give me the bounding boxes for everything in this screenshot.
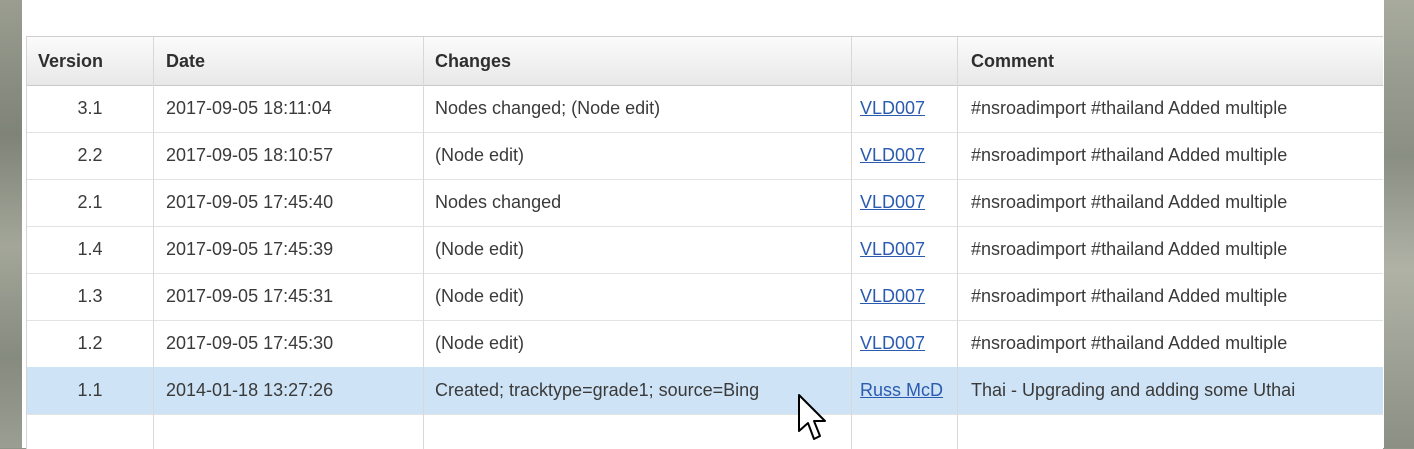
table-row[interactable]: 1.2 2017-09-05 17:45:30 (Node edit) VLD0… <box>27 320 1383 368</box>
cell-changes: (Node edit) <box>424 273 852 320</box>
user-link[interactable]: VLD007 <box>860 239 925 260</box>
table-row[interactable]: 1.3 2017-09-05 17:45:31 (Node edit) VLD0… <box>27 273 1383 321</box>
column-header-date[interactable]: Date <box>154 37 424 85</box>
cell-changes: Created; tracktype=grade1; source=Bing <box>424 367 852 414</box>
cell-date: 2017-09-05 17:45:39 <box>154 226 424 273</box>
empty-cell <box>154 414 424 449</box>
cell-date: 2017-09-05 18:11:04 <box>154 85 424 132</box>
empty-row <box>27 414 1383 449</box>
table-row[interactable]: 3.1 2017-09-05 18:11:04 Nodes changed; (… <box>27 85 1383 133</box>
cell-comment: #nsroadimport #thailand Added multiple <box>971 239 1288 259</box>
cell-version: 2.1 <box>27 179 154 226</box>
cell-changes: (Node edit) <box>424 132 852 179</box>
cell-comment: #nsroadimport #thailand Added multiple <box>971 145 1288 165</box>
cell-user: VLD007 <box>852 85 958 132</box>
user-link[interactable]: VLD007 <box>860 286 925 307</box>
column-header-changes[interactable]: Changes <box>424 37 852 85</box>
empty-cell <box>852 414 958 449</box>
mouse-cursor-icon <box>798 394 826 440</box>
cell-date: 2017-09-05 17:45:30 <box>154 320 424 367</box>
table-row-selected[interactable]: 1.1 2014-01-18 13:27:26 Created; trackty… <box>27 367 1383 415</box>
cell-changes: Nodes changed <box>424 179 852 226</box>
table-row[interactable]: 2.1 2017-09-05 17:45:40 Nodes changed VL… <box>27 179 1383 227</box>
cell-user: VLD007 <box>852 132 958 179</box>
cell-changes: (Node edit) <box>424 226 852 273</box>
user-link[interactable]: VLD007 <box>860 145 925 166</box>
table-header-row: Version Date Changes Comment <box>27 37 1383 86</box>
cell-date: 2014-01-18 13:27:26 <box>154 367 424 414</box>
column-header-comment[interactable]: Comment <box>958 37 1383 85</box>
cell-user: VLD007 <box>852 226 958 273</box>
user-link[interactable]: VLD007 <box>860 333 925 354</box>
user-link[interactable]: VLD007 <box>860 98 925 119</box>
cell-version: 1.2 <box>27 320 154 367</box>
cell-version: 2.2 <box>27 132 154 179</box>
cell-changes: (Node edit) <box>424 320 852 367</box>
cell-comment: #nsroadimport #thailand Added multiple <box>971 192 1288 212</box>
cell-user: VLD007 <box>852 320 958 367</box>
cell-version: 1.4 <box>27 226 154 273</box>
column-header-version[interactable]: Version <box>27 37 154 85</box>
cell-version: 1.3 <box>27 273 154 320</box>
cell-user: Russ McD <box>852 367 958 414</box>
user-link[interactable]: Russ McD <box>860 380 943 401</box>
cell-version: 3.1 <box>27 85 154 132</box>
empty-cell <box>424 414 852 449</box>
cell-comment: #nsroadimport #thailand Added multiple <box>971 286 1288 306</box>
version-history-table: Version Date Changes Comment 3.1 2017-09… <box>26 36 1383 449</box>
cell-version: 1.1 <box>27 367 154 414</box>
map-background-left <box>0 0 22 448</box>
cell-comment: #nsroadimport #thailand Added multiple <box>971 98 1288 118</box>
cell-comment: #nsroadimport #thailand Added multiple <box>971 333 1288 353</box>
cell-user: VLD007 <box>852 179 958 226</box>
empty-cell <box>27 414 154 449</box>
cell-date: 2017-09-05 18:10:57 <box>154 132 424 179</box>
table-row[interactable]: 1.4 2017-09-05 17:45:39 (Node edit) VLD0… <box>27 226 1383 274</box>
cell-user: VLD007 <box>852 273 958 320</box>
cell-date: 2017-09-05 17:45:31 <box>154 273 424 320</box>
cell-changes: Nodes changed; (Node edit) <box>424 85 852 132</box>
table-row[interactable]: 2.2 2017-09-05 18:10:57 (Node edit) VLD0… <box>27 132 1383 180</box>
map-background-right <box>1384 0 1414 448</box>
cell-date: 2017-09-05 17:45:40 <box>154 179 424 226</box>
user-link[interactable]: VLD007 <box>860 192 925 213</box>
empty-cell <box>958 414 1383 449</box>
column-header-user[interactable] <box>852 37 958 85</box>
cell-comment: Thai - Upgrading and adding some Uthai <box>971 380 1296 400</box>
